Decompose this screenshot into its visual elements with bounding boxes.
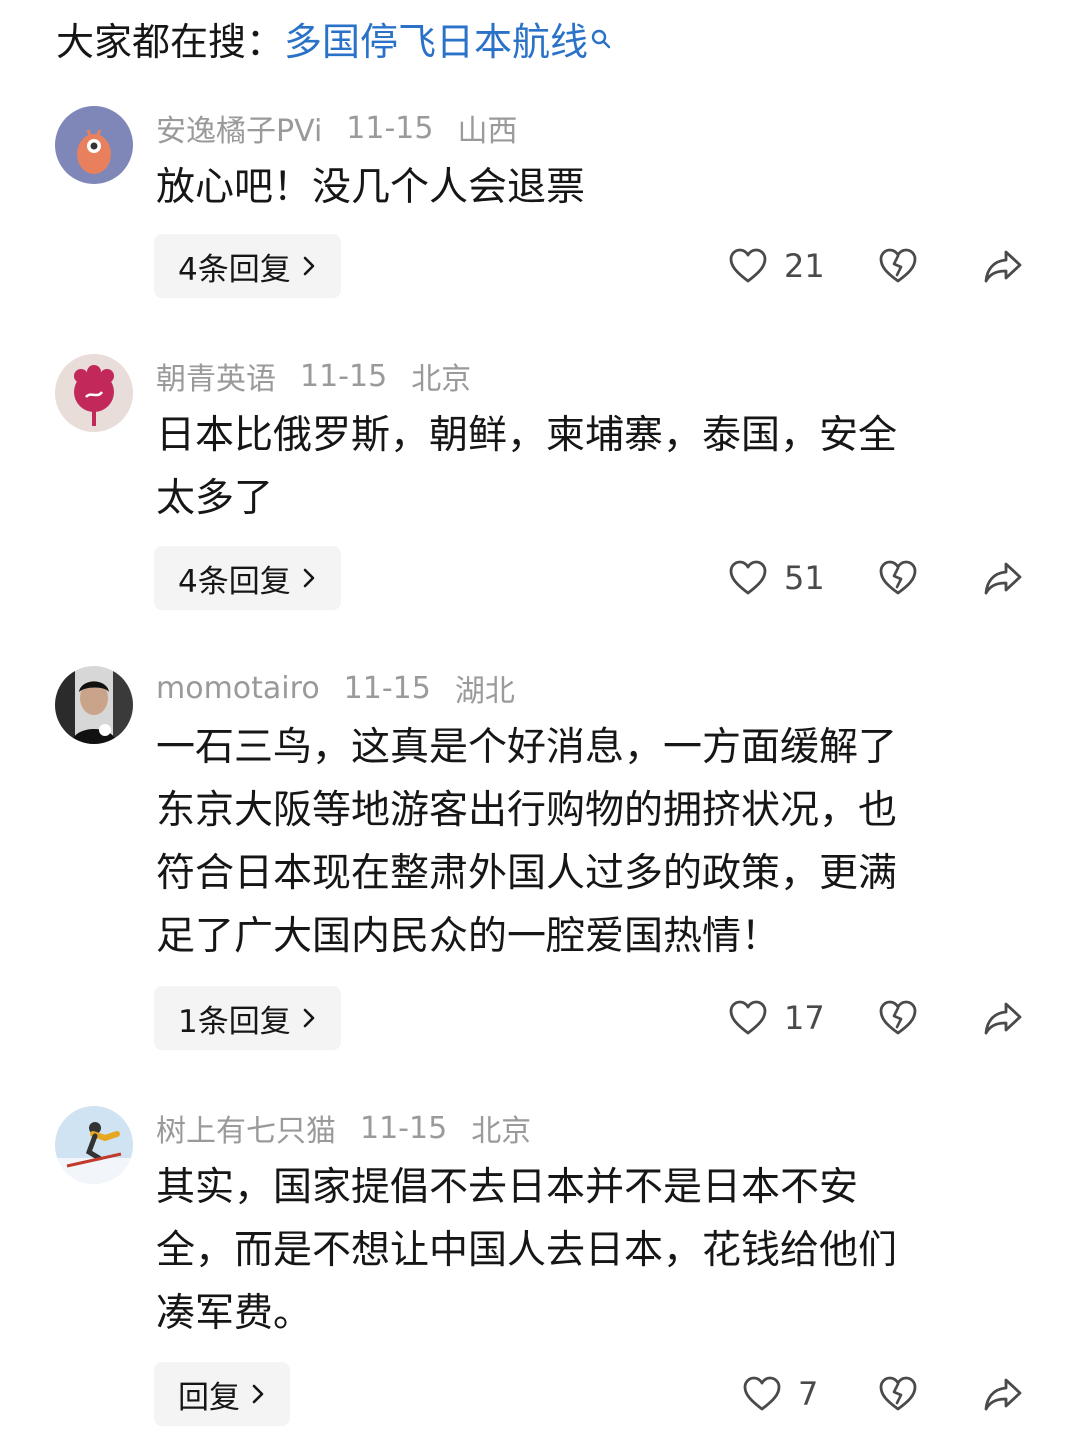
like-count: 51 xyxy=(784,559,825,597)
heart-outline-icon xyxy=(729,1000,767,1035)
share-arrow-icon[interactable] xyxy=(982,558,1024,598)
view-replies-button[interactable]: 1条回复 xyxy=(154,986,341,1050)
heart-outline-icon xyxy=(729,560,767,595)
comment-location: 湖北 xyxy=(454,674,515,709)
share-arrow-icon[interactable] xyxy=(982,998,1024,1038)
like-count: 7 xyxy=(798,1375,819,1413)
broken-heart-icon[interactable] xyxy=(878,558,918,598)
broken-heart-icon[interactable] xyxy=(878,1374,918,1414)
view-replies-button[interactable]: 4条回复 xyxy=(154,546,341,610)
comment-text-line: 其实，国家提倡不去日本并不是日本不安 xyxy=(156,1165,859,1210)
comment-text: 放心吧！没几个人会退票 xyxy=(156,156,1006,219)
reply-count-label: 4条回复 xyxy=(178,563,291,600)
comment-meta: 安逸橘子PVi 11-15 山西 xyxy=(156,106,541,150)
chevron-right-icon xyxy=(252,1384,264,1404)
comment-text-line: 一石三鸟，这真是个好消息，一方面缓解了 xyxy=(156,725,898,770)
heart-outline-icon xyxy=(729,248,767,283)
share-arrow-icon[interactable] xyxy=(982,246,1024,286)
comment-text-line: 放心吧！没几个人会退票 xyxy=(156,165,586,210)
reply-count-label: 1条回复 xyxy=(178,1003,291,1040)
broken-heart-icon[interactable] xyxy=(878,246,918,286)
comment-location: 北京 xyxy=(411,362,472,397)
reply-button[interactable]: 回复 xyxy=(154,1362,290,1426)
comment-date: 11-15 xyxy=(360,1110,448,1146)
like-count: 17 xyxy=(784,999,825,1037)
reply-count-label: 4条回复 xyxy=(178,251,291,288)
like-button[interactable]: 51 xyxy=(728,546,825,610)
chevron-right-icon xyxy=(303,1008,315,1028)
like-button[interactable]: 17 xyxy=(728,986,825,1050)
avatar[interactable] xyxy=(55,106,133,184)
comment-text: 其实，国家提倡不去日本并不是日本不安 全，而是不想让中国人去日本，花钱给他们 凑… xyxy=(156,1156,1006,1345)
username[interactable]: 朝青英语 xyxy=(156,354,276,398)
avatar[interactable] xyxy=(55,1106,133,1184)
like-count: 21 xyxy=(784,247,825,285)
view-replies-button[interactable]: 4条回复 xyxy=(154,234,341,298)
share-arrow-icon[interactable] xyxy=(982,1374,1024,1414)
comment-text: 一石三鸟，这真是个好消息，一方面缓解了 东京大阪等地游客出行购物的拥挤状况，也 … xyxy=(156,716,1006,968)
search-suggestion-bar[interactable]: 大家都在搜： 多国停飞日本航线 xyxy=(56,10,612,66)
comment-text-line: 日本比俄罗斯，朝鲜，柬埔寨，泰国，安全 xyxy=(156,413,898,458)
comment-location: 北京 xyxy=(471,1114,532,1149)
username[interactable]: momotairo xyxy=(156,671,320,706)
comment-meta: momotairo 11-15 湖北 xyxy=(156,666,539,710)
like-button[interactable]: 21 xyxy=(728,234,825,298)
heart-outline-icon xyxy=(743,1376,781,1411)
comment-meta: 树上有七只猫 11-15 北京 xyxy=(156,1106,555,1150)
comment-text-line: 符合日本现在整肃外国人过多的政策，更满 xyxy=(156,851,898,896)
comment-text-line: 全，而是不想让中国人去日本，花钱给他们 xyxy=(156,1228,898,1273)
chevron-right-icon xyxy=(303,256,315,276)
comment-text-line: 凑军费。 xyxy=(156,1291,313,1336)
avatar[interactable] xyxy=(55,666,133,744)
comment-date: 11-15 xyxy=(343,670,431,706)
chevron-right-icon xyxy=(303,568,315,588)
search-suggestion-link[interactable]: 多国停飞日本航线 xyxy=(284,11,588,66)
broken-heart-icon[interactable] xyxy=(878,998,918,1038)
comment-date: 11-15 xyxy=(346,110,434,146)
reply-label: 回复 xyxy=(178,1379,240,1416)
avatar[interactable] xyxy=(55,354,133,432)
search-prefix-label: 大家都在搜： xyxy=(56,19,285,64)
comment-meta: 朝青英语 11-15 北京 xyxy=(156,354,495,398)
search-icon xyxy=(590,15,612,49)
comment-text-line: 东京大阪等地游客出行购物的拥挤状况，也 xyxy=(156,788,898,833)
comment-text-line: 太多了 xyxy=(156,476,274,521)
comment-text: 日本比俄罗斯，朝鲜，柬埔寨，泰国，安全 太多了 xyxy=(156,404,1006,530)
username[interactable]: 树上有七只猫 xyxy=(156,1106,336,1150)
comment-location: 山西 xyxy=(457,114,518,149)
comment-date: 11-15 xyxy=(300,358,388,394)
comment-text-line: 足了广大国内民众的一腔爱国热情！ xyxy=(156,914,781,959)
like-button[interactable]: 7 xyxy=(742,1362,818,1426)
username[interactable]: 安逸橘子PVi xyxy=(156,106,322,150)
